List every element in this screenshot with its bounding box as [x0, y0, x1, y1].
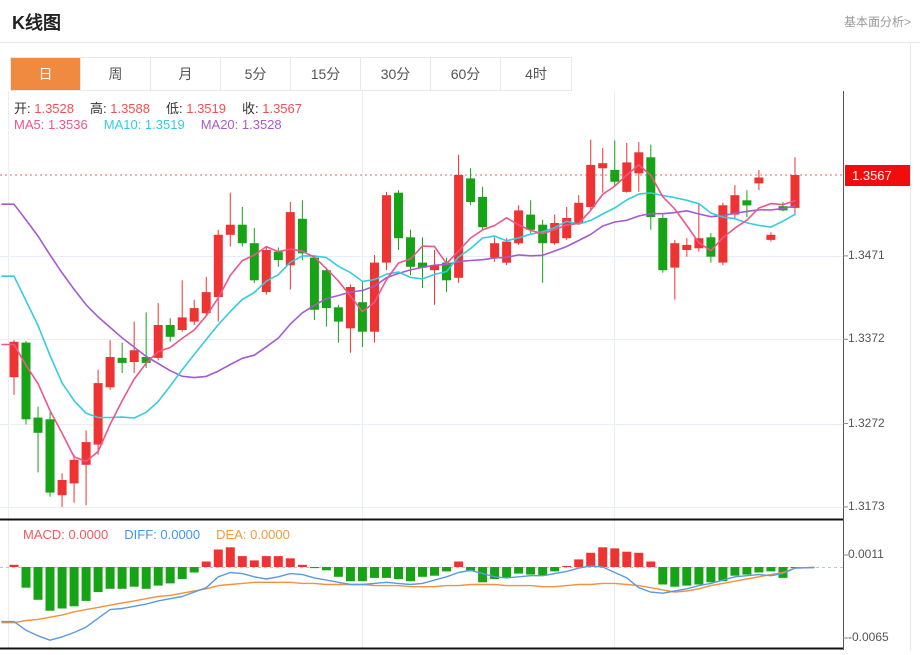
kline-widget: K线图 基本面分析> 日周月 5分 15分 30分 60分 4时 开: 1.3528 高: … — [0, 0, 920, 655]
panel-right-border — [910, 42, 911, 650]
legend-item-diff: DIFF: 0.0000 — [124, 527, 201, 542]
tab-30min[interactable]: 30分 — [361, 58, 431, 90]
legend-item-close: 收: 1.3567 — [242, 101, 302, 116]
ohlc-legend: 开: 1.3528 高: 1.3588 低: 1.3519 收: 1.3567 — [14, 98, 318, 117]
legend-item-dea: DEA: 0.0000 — [216, 527, 290, 542]
tab-4hour[interactable]: 4时 — [501, 58, 571, 90]
price-axis-label: 1.3372 — [848, 331, 885, 346]
tab-5min[interactable]: 5分 — [221, 58, 291, 90]
legend-item-macd: MACD: 0.0000 — [23, 527, 109, 542]
price-axis-label: 1.3272 — [848, 415, 885, 430]
legend-item-high: 高: 1.3588 — [90, 101, 150, 116]
tab-week[interactable]: 周 — [81, 58, 151, 90]
tab-day[interactable]: 日 — [11, 58, 81, 90]
price-axis-label: 1.3471 — [848, 247, 885, 262]
legend-item-ma5: MA5: 1.3536 — [14, 117, 88, 132]
period-tabs: 日周月 5分 15分 30分 60分 4时 — [10, 57, 572, 91]
tab-60min[interactable]: 60分 — [431, 58, 501, 90]
tab-15min[interactable]: 15分 — [291, 58, 361, 90]
legend-item-ma20: MA20: 1.3528 — [200, 117, 282, 132]
legend-item-ma10: MA10: 1.3519 — [103, 117, 185, 132]
ma-legend: MA5: 1.3536 MA10: 1.3519 MA20: 1.3528 — [14, 117, 298, 132]
macd-axis-label: 0.0011 — [848, 546, 884, 561]
legend-item-open: 开: 1.3528 — [14, 101, 74, 116]
price-axis-label: 1.3173 — [848, 498, 885, 513]
current-price-badge: 1.3567 — [845, 165, 911, 186]
macd-legend: MACD: 0.0000 DIFF: 0.0000 DEA: 0.0000 — [23, 527, 306, 542]
tab-month[interactable]: 月 — [151, 58, 221, 90]
legend-item-low: 低: 1.3519 — [166, 101, 226, 116]
macd-axis-label: -0.0065 — [848, 629, 889, 644]
